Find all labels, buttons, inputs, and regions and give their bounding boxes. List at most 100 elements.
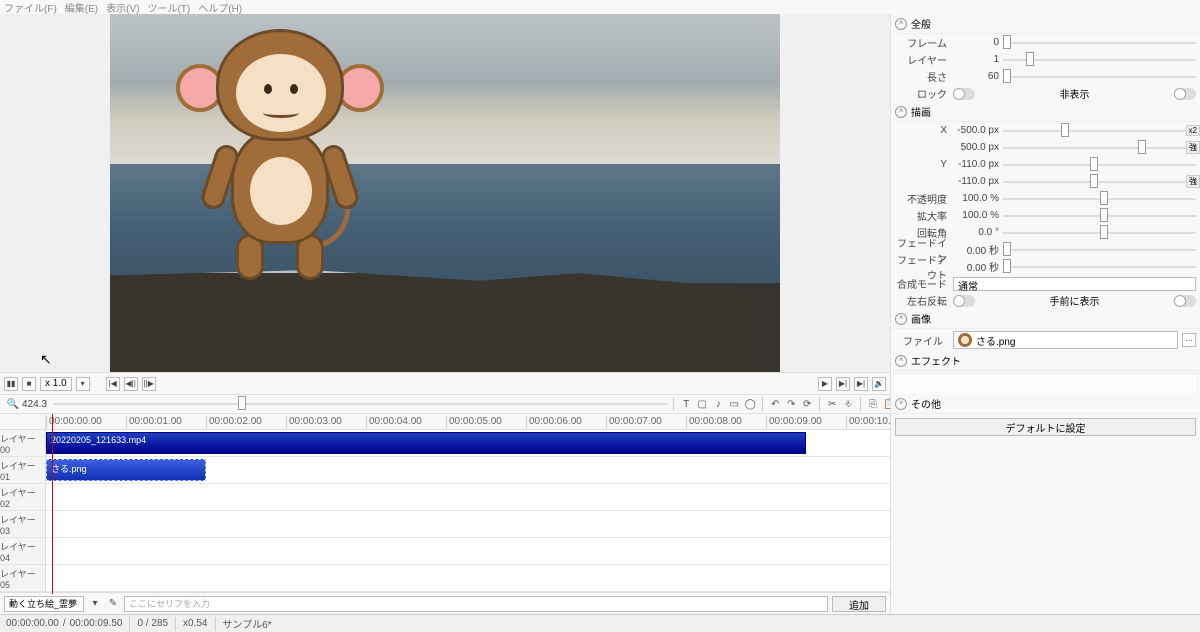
play-button[interactable]: ▶ [818,377,832,391]
fadeout-slider[interactable] [1003,266,1196,268]
section-other[interactable]: ˅その他 [891,394,1200,414]
y-value-2[interactable]: -110.0 px [953,176,1003,187]
x-value-1[interactable]: -500.0 px [953,125,1003,136]
timeline-track[interactable] [46,565,890,591]
shape-tool-icon[interactable]: ◯ [743,397,757,411]
layer-label[interactable]: レイヤー 03 [0,511,46,537]
menu-tools[interactable]: ツール(T) [147,0,190,14]
add-dialogue-button[interactable]: 追加 [832,596,886,612]
audio-button[interactable]: 🔊 [872,377,886,391]
zoom-slider[interactable] [53,403,668,405]
layer-label[interactable]: レイヤー 00 [0,430,46,456]
rotate-value[interactable]: 0.0 ° [953,227,1003,238]
opacity-value[interactable]: 100.0 % [953,193,1003,204]
dialogue-input[interactable]: ここにセリフを入力 [124,596,828,612]
copy-icon[interactable]: ⎘ [866,397,880,411]
clip-video[interactable]: 20220205_121633.mp4 [46,432,806,454]
character-select[interactable]: 動く立ち絵_霊夢 [4,596,84,612]
video-tool-icon[interactable]: ▭ [727,397,741,411]
pause-button[interactable]: ▮▮ [4,377,18,391]
fadein-value[interactable]: 0.00 秒 [953,242,1003,257]
image-tool-icon[interactable]: ▢ [695,397,709,411]
layer-slider[interactable] [1003,59,1196,61]
timeline-row[interactable]: レイヤー 0020220205_121633.mp4 [0,430,890,457]
effect-list[interactable] [893,373,1198,394]
split-icon[interactable]: ⎀ [841,397,855,411]
zoom-value[interactable]: 424.3 [22,399,47,410]
flip-toggle[interactable] [953,295,975,307]
fadeout-value[interactable]: 0.00 秒 [953,259,1003,274]
blend-select[interactable]: 通常 [953,277,1196,291]
y-strong-badge[interactable]: 強 [1186,175,1200,188]
clip-image[interactable]: さる.png [46,459,206,481]
redo-icon[interactable]: ↷ [784,397,798,411]
file-browse-button[interactable]: ⋯ [1182,333,1196,347]
speed-display[interactable]: x 1.0 [40,377,72,391]
undo-icon[interactable]: ↶ [768,397,782,411]
refresh-icon[interactable]: ⟳ [800,397,814,411]
preview-monkey-sprite[interactable] [190,29,370,289]
x-link-badge[interactable]: x2 [1186,125,1200,136]
x-slider-1[interactable] [1003,130,1196,132]
file-thumb-icon [958,333,972,347]
layer-label[interactable]: レイヤー 04 [0,538,46,564]
x-value-2[interactable]: 500.0 px [953,142,1003,153]
section-image[interactable]: ˄画像 [891,309,1200,329]
menu-help[interactable]: ヘルプ(H) [198,0,242,14]
stop-button[interactable]: ■ [22,377,36,391]
menu-edit[interactable]: 編集(E) [65,0,98,14]
audio-tool-icon[interactable]: ♪ [711,397,725,411]
step-back-button[interactable]: ◀|| [124,377,138,391]
length-value[interactable]: 60 [953,71,1003,82]
opacity-slider[interactable] [1003,198,1196,200]
char-settings-icon[interactable]: ✎ [106,597,120,611]
frame-slider[interactable] [1003,42,1196,44]
layer-label[interactable]: レイヤー 05 [0,565,46,591]
x-strong-badge[interactable]: 強 [1186,141,1200,154]
x-slider-2[interactable] [1003,147,1196,149]
zoom-icon[interactable]: 🔍 [6,397,20,411]
y-value-1[interactable]: -110.0 px [953,159,1003,170]
file-field[interactable]: さる.png [953,331,1178,349]
cut-icon[interactable]: ✂ [825,397,839,411]
timeline-track[interactable]: さる.png [46,457,890,483]
rotate-slider[interactable] [1003,232,1196,234]
menu-file[interactable]: ファイル(F) [4,0,57,14]
frame-fwd-button[interactable]: ▶| [836,377,850,391]
timeline-row[interactable]: レイヤー 04 [0,538,890,565]
frame-value[interactable]: 0 [953,37,1003,48]
timeline-ruler[interactable]: 00:00:00.0000:00:01.0000:00:02.0000:00:0… [0,414,890,430]
speed-down-button[interactable]: ▾ [76,377,90,391]
scale-slider[interactable] [1003,215,1196,217]
scale-value[interactable]: 100.0 % [953,210,1003,221]
char-dropdown-icon[interactable]: ▾ [88,597,102,611]
timeline-track[interactable] [46,538,890,564]
timeline-row[interactable]: レイヤー 01さる.png [0,457,890,484]
fadein-slider[interactable] [1003,249,1196,251]
section-draw[interactable]: ˄描画 [891,102,1200,122]
set-default-button[interactable]: デフォルトに設定 [895,418,1196,436]
timeline-row[interactable]: レイヤー 03 [0,511,890,538]
section-general[interactable]: ˄全般 [891,14,1200,34]
step-fwd-button[interactable]: ||▶ [142,377,156,391]
text-tool-icon[interactable]: T [679,397,693,411]
skip-end-button[interactable]: ▶| [854,377,868,391]
y-slider-2[interactable] [1003,181,1196,183]
layer-label[interactable]: レイヤー 01 [0,457,46,483]
front-toggle[interactable] [1174,295,1196,307]
hide-toggle[interactable] [1174,88,1196,100]
timeline-row[interactable]: レイヤー 05 [0,565,890,592]
lock-toggle[interactable] [953,88,975,100]
preview-canvas[interactable] [110,14,780,372]
layer-label[interactable]: レイヤー 02 [0,484,46,510]
timeline-row[interactable]: レイヤー 02 [0,484,890,511]
section-effect[interactable]: ˄エフェクト [891,351,1200,371]
timeline-track[interactable] [46,484,890,510]
timeline-track[interactable]: 20220205_121633.mp4 [46,430,890,456]
menu-view[interactable]: 表示(V) [106,0,139,14]
skip-start-button[interactable]: |◀ [106,377,120,391]
length-slider[interactable] [1003,76,1196,78]
y-slider-1[interactable] [1003,164,1196,166]
layer-value[interactable]: 1 [953,54,1003,65]
timeline-track[interactable] [46,511,890,537]
